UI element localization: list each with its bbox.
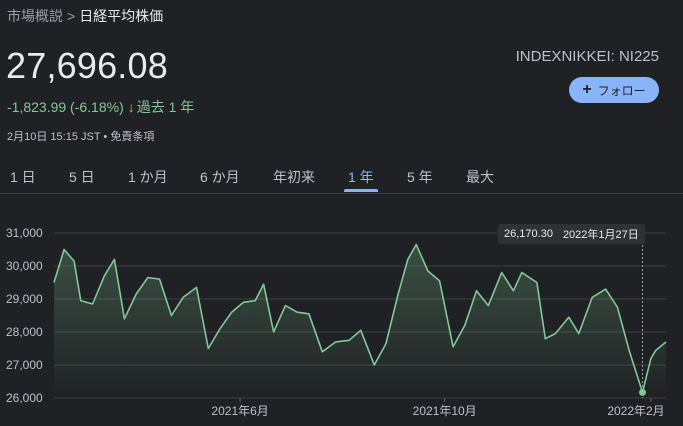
breadcrumb: 市場概説 > 日経平均株価	[7, 6, 163, 26]
y-tick-label: 31,000	[6, 226, 43, 240]
y-tick-label: 30,000	[6, 259, 43, 273]
tooltip-value: 26,170.30	[504, 228, 553, 240]
x-tick-label: 2021年10月	[413, 404, 477, 418]
tab-1d[interactable]: 1 日	[10, 167, 36, 187]
y-tick-label: 29,000	[6, 292, 43, 306]
highlight-point	[639, 388, 647, 396]
series-area	[54, 244, 666, 398]
chart-tooltip: 26,170.30 2022年1月27日	[498, 224, 645, 244]
tab-6m[interactable]: 6 か月	[200, 167, 240, 187]
arrow-down-icon: ↓	[127, 99, 135, 115]
quote-timestamp: 2月10日 15:15 JST • 免責条項	[7, 131, 155, 143]
tabs-divider	[0, 193, 683, 194]
tab-ytd[interactable]: 年初来	[273, 167, 315, 187]
price-value: 27,696.08	[6, 45, 168, 86]
y-tick-label: 27,000	[6, 358, 43, 372]
tab-1y[interactable]: 1 年	[348, 167, 374, 187]
change-period: 過去 1 年	[136, 99, 195, 115]
breadcrumb-parent-link[interactable]: 市場概説	[7, 8, 63, 24]
follow-button-label: フォロー	[597, 83, 646, 98]
ticker-symbol: INDEXNIKKEI: NI225	[515, 48, 659, 65]
y-tick-label: 28,000	[6, 325, 43, 339]
tooltip-date: 2022年1月27日	[562, 229, 639, 241]
time-range-tabs: 1 日 5 日 1 か月 6 か月 年初来 1 年 5 年 最大	[0, 167, 683, 193]
price-change: -1,823.99 (-6.18%)	[7, 99, 124, 115]
price-change-row: -1,823.99 (-6.18%) ↓ 過去 1 年	[7, 97, 194, 117]
plus-icon: +	[582, 81, 592, 98]
tab-1m[interactable]: 1 か月	[128, 167, 168, 187]
x-tick-label: 2022年2月	[607, 404, 664, 418]
breadcrumb-separator: >	[67, 8, 76, 24]
tab-5y[interactable]: 5 年	[407, 167, 433, 187]
follow-button[interactable]: + フォロー	[569, 77, 659, 103]
tab-max[interactable]: 最大	[466, 167, 494, 187]
y-tick-label: 26,000	[6, 391, 43, 405]
breadcrumb-current: 日経平均株価	[79, 8, 164, 24]
tab-5d[interactable]: 5 日	[69, 167, 95, 187]
x-tick-label: 2021年6月	[211, 404, 268, 418]
active-tab-indicator	[344, 189, 378, 192]
